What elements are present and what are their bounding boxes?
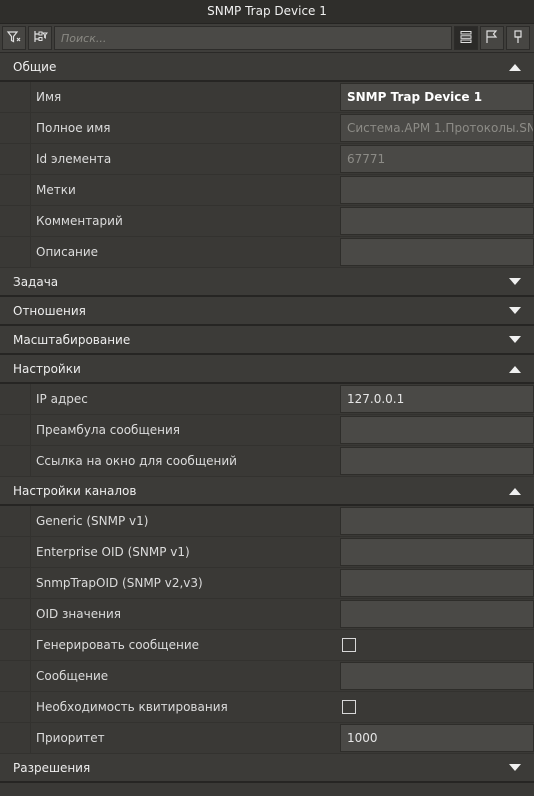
property-label: Полное имя <box>36 121 111 135</box>
preamble-field[interactable] <box>340 416 534 444</box>
description-field[interactable] <box>340 238 534 266</box>
property-row-name: Имя SNMP Trap Device 1 <box>0 82 534 113</box>
property-label: Приоритет <box>36 731 105 745</box>
section-settings-header[interactable]: Настройки <box>0 355 534 384</box>
element-id-field[interactable]: 67771 <box>340 145 534 173</box>
message-field[interactable] <box>340 662 534 690</box>
oid-value-field[interactable] <box>340 600 534 628</box>
pin-icon <box>510 29 526 48</box>
property-row-description: Описание <box>0 237 534 268</box>
filter-button[interactable] <box>2 26 26 50</box>
toolbar <box>0 24 534 53</box>
property-row-oid-value: OID значения <box>0 599 534 630</box>
search-input[interactable] <box>54 26 452 50</box>
section-relations-header[interactable]: Отношения <box>0 297 534 326</box>
section-permissions-header[interactable]: Разрешения <box>0 754 534 783</box>
property-row-acknowledgement: Необходимость квитирования <box>0 692 534 723</box>
property-label: Enterprise OID (SNMP v1) <box>36 545 190 559</box>
generate-message-checkbox[interactable] <box>342 638 356 652</box>
property-label: Generic (SNMP v1) <box>36 514 149 528</box>
comment-field[interactable] <box>340 207 534 235</box>
property-label: Генерировать сообщение <box>36 638 200 652</box>
window-title: SNMP Trap Device 1 <box>0 0 534 24</box>
section-channel-settings-header[interactable]: Настройки каналов <box>0 477 534 506</box>
property-row-full-name: Полное имя Система.АРМ 1.Протоколы.SNMP <box>0 113 534 144</box>
full-name-field[interactable]: Система.АРМ 1.Протоколы.SNMP <box>340 114 534 142</box>
chevron-up-icon <box>508 60 522 74</box>
flag-button[interactable] <box>480 26 504 50</box>
chevron-down-icon <box>508 761 522 775</box>
property-label: SnmpTrapOID (SNMP v2,v3) <box>36 576 203 590</box>
property-label: Метки <box>36 183 76 197</box>
pin-button[interactable] <box>506 26 530 50</box>
property-row-enterprise-oid: Enterprise OID (SNMP v1) <box>0 537 534 568</box>
section-task-title: Задача <box>13 274 59 289</box>
property-label: Преамбула сообщения <box>36 423 180 437</box>
section-scaling-title: Масштабирование <box>13 332 131 347</box>
chevron-down-icon <box>508 333 522 347</box>
property-label: IP адрес <box>36 392 88 406</box>
section-relations-title: Отношения <box>13 303 86 318</box>
section-channel-settings-title: Настройки каналов <box>13 483 137 498</box>
property-row-ip-address: IP адрес 127.0.0.1 <box>0 384 534 415</box>
chevron-up-icon <box>508 484 522 498</box>
property-label: Необходимость квитирования <box>36 700 228 714</box>
property-label: Описание <box>36 245 99 259</box>
property-row-element-id: Id элемента 67771 <box>0 144 534 175</box>
section-general-title: Общие <box>13 59 57 74</box>
property-row-message: Сообщение <box>0 661 534 692</box>
name-field[interactable]: SNMP Trap Device 1 <box>340 83 534 111</box>
priority-field[interactable]: 1000 <box>340 724 534 752</box>
property-row-preamble: Преамбула сообщения <box>0 415 534 446</box>
property-label: Id элемента <box>36 152 112 166</box>
property-row-generate-message: Генерировать сообщение <box>0 630 534 661</box>
list-icon <box>458 29 474 48</box>
property-row-message-window-link: Ссылка на окно для сообщений <box>0 446 534 477</box>
property-row-priority: Приоритет 1000 <box>0 723 534 754</box>
acknowledgement-checkbox[interactable] <box>342 700 356 714</box>
property-label: Ссылка на окно для сообщений <box>36 454 237 468</box>
property-row-comment: Комментарий <box>0 206 534 237</box>
tags-field[interactable] <box>340 176 534 204</box>
tree-filter-button[interactable] <box>28 26 52 50</box>
chevron-down-icon <box>508 304 522 318</box>
enterprise-oid-field[interactable] <box>340 538 534 566</box>
chevron-down-icon <box>508 275 522 289</box>
snmp-trap-oid-field[interactable] <box>340 569 534 597</box>
property-label: Сообщение <box>36 669 109 683</box>
chevron-up-icon <box>508 362 522 376</box>
section-general-header[interactable]: Общие <box>0 53 534 82</box>
filter-icon <box>6 29 22 48</box>
section-task-header[interactable]: Задача <box>0 268 534 297</box>
tree-filter-icon <box>32 29 49 48</box>
message-window-link-field[interactable] <box>340 447 534 475</box>
flag-icon <box>484 29 500 48</box>
section-permissions-title: Разрешения <box>13 760 91 775</box>
generic-field[interactable] <box>340 507 534 535</box>
section-settings-title: Настройки <box>13 361 81 376</box>
list-view-button[interactable] <box>454 26 478 50</box>
property-label: Имя <box>36 90 62 104</box>
property-label: OID значения <box>36 607 121 621</box>
property-row-tags: Метки <box>0 175 534 206</box>
section-scaling-header[interactable]: Масштабирование <box>0 326 534 355</box>
property-row-generic: Generic (SNMP v1) <box>0 506 534 537</box>
property-row-snmp-trap-oid: SnmpTrapOID (SNMP v2,v3) <box>0 568 534 599</box>
ip-address-field[interactable]: 127.0.0.1 <box>340 385 534 413</box>
property-label: Комментарий <box>36 214 123 228</box>
